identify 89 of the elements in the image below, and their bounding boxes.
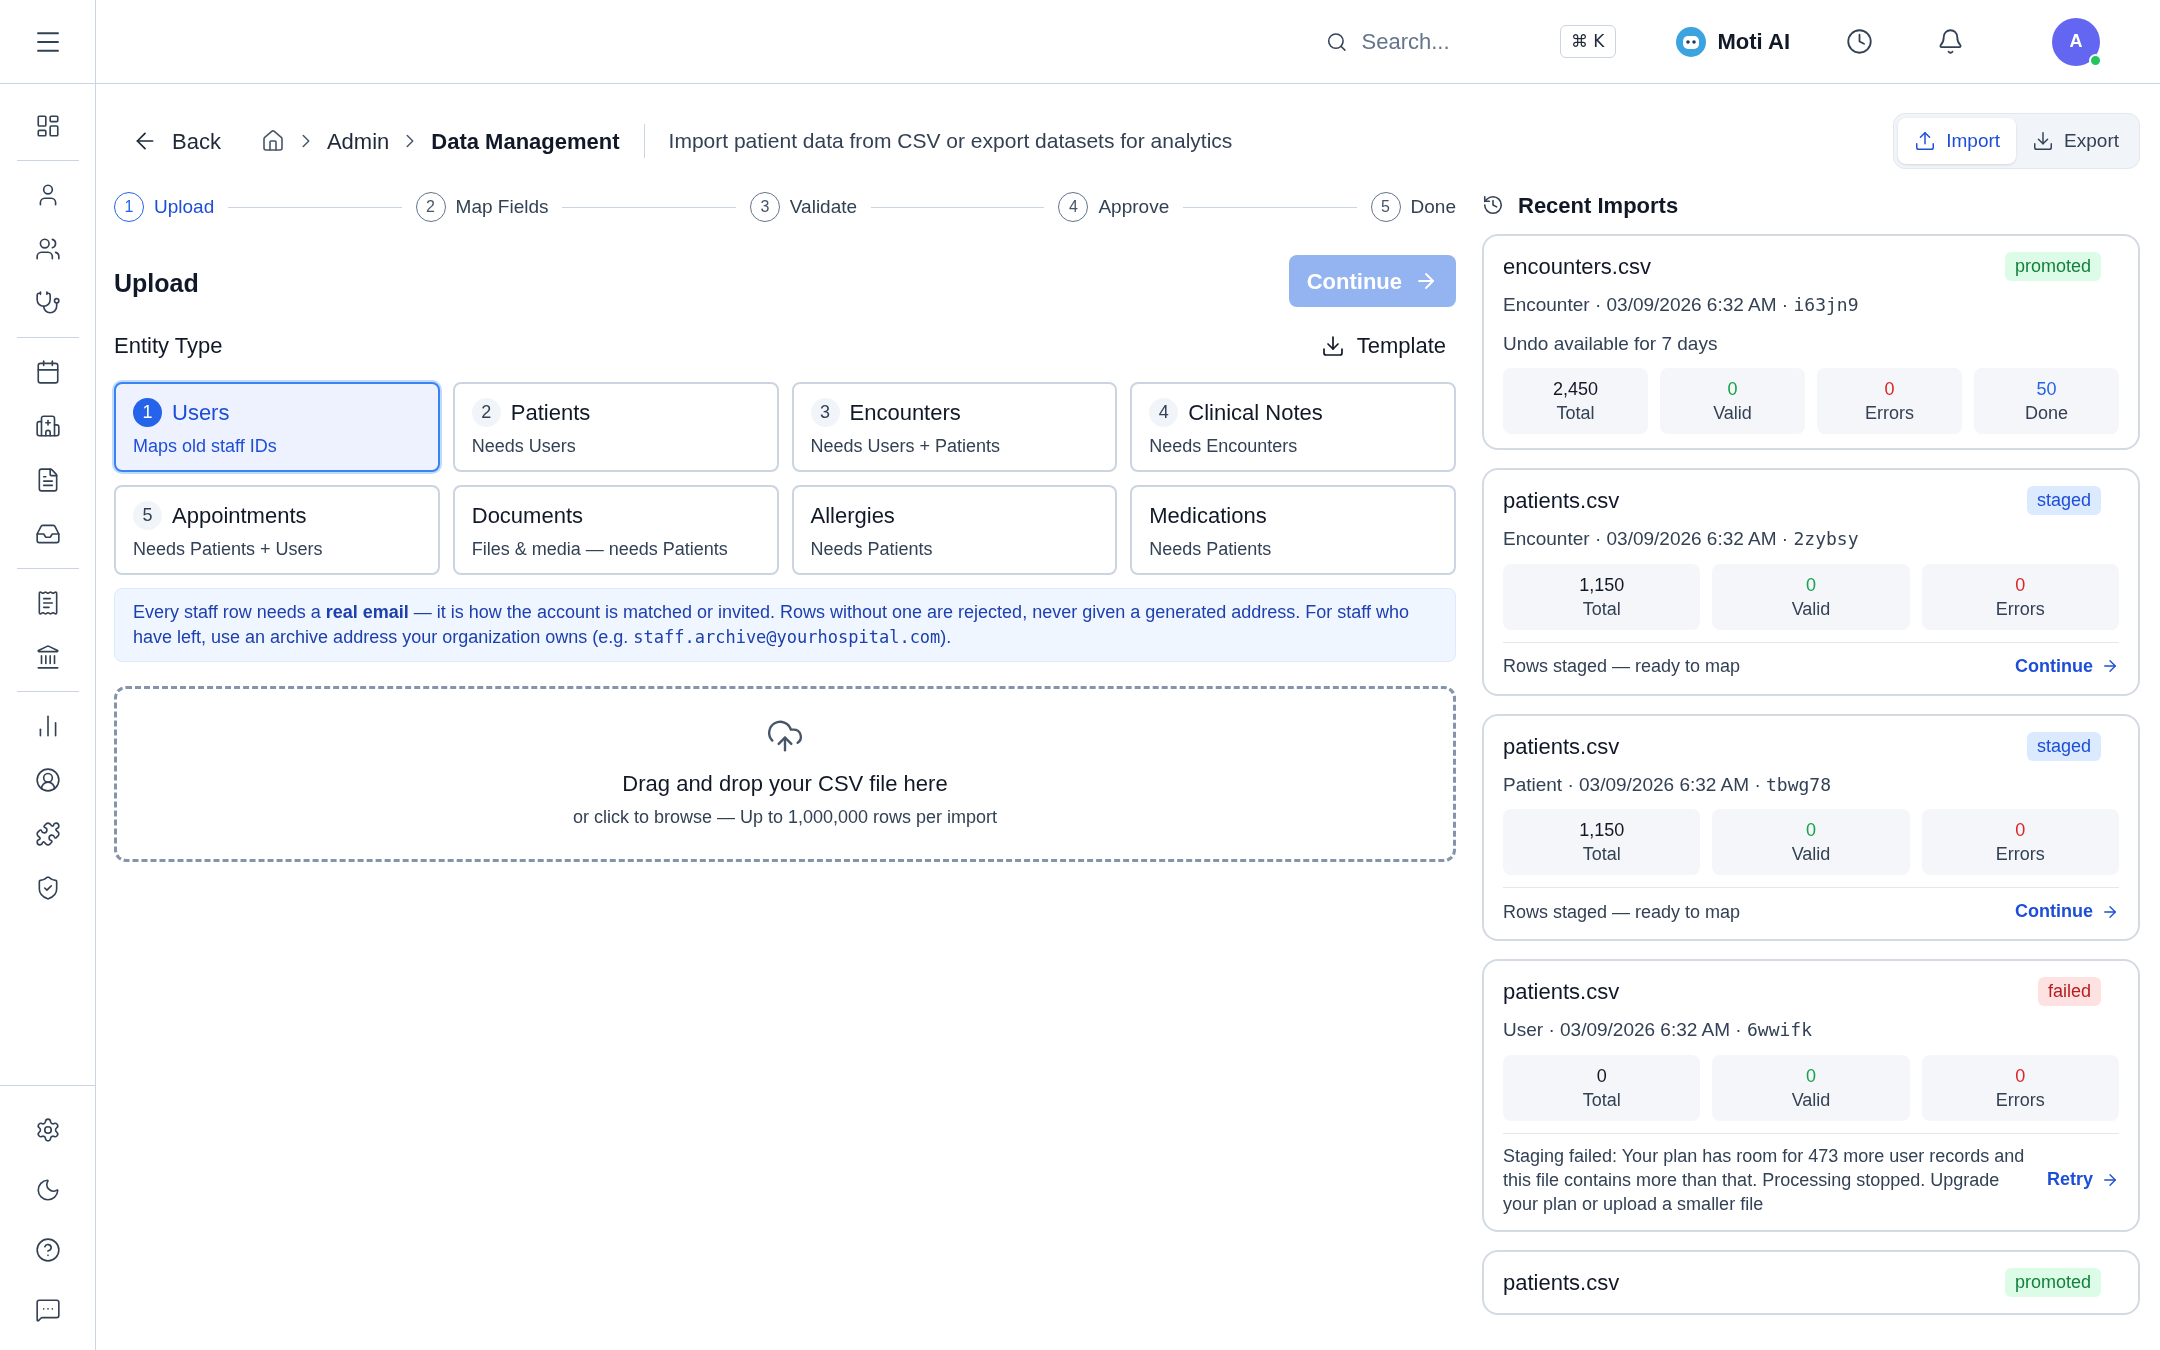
stat-tile: 0 Total <box>1503 1054 1701 1121</box>
robot-icon <box>1675 26 1706 57</box>
stat-tile: 1,150 Total <box>1503 809 1701 875</box>
profile-icon <box>34 767 61 793</box>
entity-type-option[interactable]: 2 Patients Needs Users <box>452 382 779 472</box>
settings-icon <box>34 1117 61 1143</box>
download-icon <box>2032 130 2055 152</box>
file-dropzone[interactable]: Drag and drop your CSV file here or click to browse — Up to 1,000,000 rows per import <box>114 686 1456 862</box>
import-meta: Encounter · 03/09/2026 6:32 AM · i63jn9 <box>1503 293 1860 317</box>
entity-type-option[interactable]: 1 Users Maps old staff IDs <box>114 382 440 472</box>
file-name: patients.csv <box>1503 978 1620 1006</box>
file-name: patients.csv <box>1503 1268 1620 1297</box>
entity-type-option[interactable]: Allergies Needs Patients <box>791 485 1118 575</box>
wizard-step[interactable]: 5 Done <box>1370 192 1456 222</box>
puzzle-icon <box>34 821 61 847</box>
arrow-right-icon <box>2101 657 2119 675</box>
stat-tile: 0 Valid <box>1660 368 1805 434</box>
import-message: Rows staged — ready to map <box>1503 900 1741 924</box>
entity-type-option[interactable]: 5 Appointments Needs Patients + Users <box>114 485 440 575</box>
file-name: patients.csv <box>1503 487 1620 515</box>
file-name: encounters.csv <box>1503 253 1651 281</box>
import-message: Rows staged — ready to map <box>1503 655 1741 678</box>
field-label: Entity Type <box>114 332 223 360</box>
import-meta: User · 03/09/2026 6:32 AM · 6wwifk <box>1503 1018 1813 1042</box>
status-badge: staged <box>2026 486 2101 515</box>
import-message: Staging failed: Your plan has room for 473 more user records and this file contains more than that. Processing stopped. Upgrade your plan or upload a smaller file <box>1503 1144 2026 1216</box>
mode-tab[interactable]: Export <box>2016 118 2135 164</box>
stat-tile: 0 Errors <box>1921 563 2119 630</box>
wizard-step[interactable]: 3 Validate <box>749 192 858 222</box>
user-avatar[interactable]: A <box>2052 17 2100 66</box>
chat-icon <box>34 1297 61 1323</box>
users-icon <box>34 236 61 262</box>
entity-type-option[interactable]: Medications Needs Patients <box>1130 485 1456 575</box>
assistant-button[interactable]: Moti AI <box>1675 25 1790 58</box>
wizard-step[interactable]: 1 Upload <box>114 192 215 222</box>
undo-note: Undo available for 7 days <box>1503 331 1719 356</box>
card-action-link[interactable]: Continue <box>2015 652 2119 680</box>
upload-icon <box>1914 130 1937 152</box>
wizard-step[interactable]: 4 Approve <box>1058 192 1170 222</box>
panel-title: Recent Imports <box>1518 191 1679 220</box>
download-icon <box>1320 333 1345 358</box>
page-description: Import patient data from CSV or export datasets for analytics <box>668 128 1233 155</box>
dropzone-subtitle: or click to browse — Up to 1,000,000 rows per import <box>572 806 998 829</box>
breadcrumb-item: Data Management <box>431 127 620 156</box>
back-button[interactable]: Back <box>132 124 221 158</box>
stat-tile: 1,150 Total <box>1503 563 1701 630</box>
stat-tile: 0 Errors <box>1921 809 2119 875</box>
stat-tile: 0 Valid <box>1712 1054 1910 1121</box>
stat-tile: 0 Valid <box>1712 563 1910 630</box>
entity-type-option[interactable]: Documents Files & media — needs Patients <box>452 485 779 575</box>
file-name: patients.csv <box>1503 732 1620 761</box>
hospital-icon <box>34 413 61 439</box>
home-icon <box>260 129 285 153</box>
home-link[interactable] <box>260 129 285 153</box>
status-badge: promoted <box>2004 1267 2101 1297</box>
stat-tile: 50 Done <box>1974 368 2119 434</box>
moon-icon <box>34 1177 61 1203</box>
info-note: Every staff row needs a real email — it is how the account is matched or invited. Rows without one are rejected, never given a generated address. For staff who have left, use an archive address your organization owns (e.g. staff.archive@yourhospital.com). <box>114 588 1456 662</box>
history-icon <box>1482 194 1504 216</box>
entity-type-option[interactable]: 4 Clinical Notes Needs Encounters <box>1130 382 1456 472</box>
status-badge: failed <box>2037 977 2101 1006</box>
mode-tab[interactable]: Import <box>1898 118 2017 164</box>
status-badge: staged <box>2026 731 2101 761</box>
stat-tile: 0 Valid <box>1712 809 1910 875</box>
dashboard-icon <box>34 113 61 139</box>
template-button[interactable]: Template <box>1310 325 1456 366</box>
bell-icon <box>1937 28 1964 55</box>
help-icon <box>34 1237 61 1263</box>
stat-tile: 0 Errors <box>1921 1054 2119 1121</box>
calendar-icon <box>34 359 61 385</box>
breadcrumb-item[interactable]: Admin <box>326 124 390 158</box>
entity-type-option[interactable]: 3 Encounters Needs Users + Patients <box>791 382 1118 472</box>
section-title: Upload <box>114 268 199 299</box>
card-action-link[interactable]: Continue <box>2015 898 2119 925</box>
search-field[interactable]: Search... <box>1361 25 1536 58</box>
stethoscope-icon <box>34 290 61 316</box>
card-action-link[interactable]: Retry <box>2046 1166 2119 1193</box>
dropzone-title: Drag and drop your CSV file here <box>622 770 948 798</box>
wizard-step[interactable]: 2 Map Fields <box>415 192 549 222</box>
bank-icon <box>34 644 61 670</box>
status-badge: promoted <box>2004 252 2101 281</box>
stat-tile: 2,450 Total <box>1503 368 1648 434</box>
notifications-button[interactable] <box>1937 28 1964 55</box>
import-meta: Patient · 03/09/2026 6:32 AM · tbwg78 <box>1503 772 1833 797</box>
clock-icon <box>1846 28 1873 55</box>
stat-tile: 0 Errors <box>1817 368 1962 434</box>
shortcut-key: ⌘ K <box>1559 24 1616 59</box>
import-meta: Encounter · 03/09/2026 6:32 AM · 2zybsy <box>1503 527 1860 551</box>
history-button[interactable] <box>1846 28 1873 55</box>
